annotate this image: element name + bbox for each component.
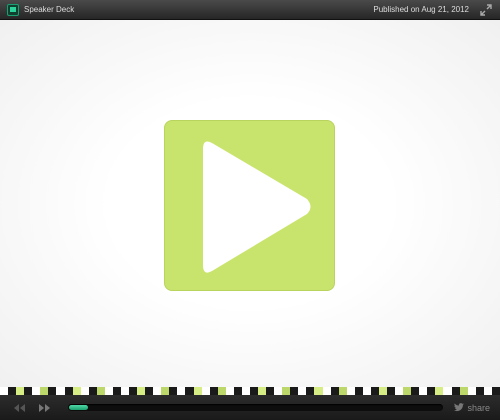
slide-thumb[interactable] bbox=[201, 387, 210, 395]
slide-thumb[interactable] bbox=[241, 387, 250, 395]
slide-thumb[interactable] bbox=[145, 387, 154, 395]
slide-thumb[interactable] bbox=[48, 387, 57, 395]
slide-thumb[interactable] bbox=[153, 387, 162, 395]
slide-thumb[interactable] bbox=[193, 387, 202, 395]
slide-thumb[interactable] bbox=[459, 387, 468, 395]
brand-name[interactable]: Speaker Deck bbox=[24, 3, 74, 17]
slide-thumb[interactable] bbox=[137, 387, 146, 395]
slide-thumb[interactable] bbox=[338, 387, 347, 395]
fast-forward-icon[interactable] bbox=[38, 401, 52, 413]
slide-thumb[interactable] bbox=[185, 387, 194, 395]
slide-thumb[interactable] bbox=[169, 387, 178, 395]
twitter-bird-icon bbox=[454, 399, 465, 417]
slide-thumb[interactable] bbox=[282, 387, 291, 395]
slide-thumb[interactable] bbox=[411, 387, 420, 395]
slide-thumb[interactable] bbox=[274, 387, 283, 395]
slide-thumb[interactable] bbox=[290, 387, 299, 395]
slide-thumb[interactable] bbox=[72, 387, 81, 395]
slide-thumb[interactable] bbox=[56, 387, 65, 395]
slide-thumb[interactable] bbox=[362, 387, 371, 395]
slide-thumb[interactable] bbox=[217, 387, 226, 395]
slide-thumb[interactable] bbox=[298, 387, 307, 395]
slide-thumb[interactable] bbox=[209, 387, 218, 395]
brand[interactable]: Speaker Deck bbox=[7, 3, 74, 17]
progress-bar[interactable] bbox=[68, 404, 443, 411]
rewind-icon[interactable] bbox=[12, 401, 26, 413]
slide-thumb[interactable] bbox=[104, 387, 113, 395]
slide-thumb[interactable] bbox=[120, 387, 129, 395]
slide-thumb[interactable] bbox=[161, 387, 170, 395]
progress-fill bbox=[69, 405, 88, 410]
slide-thumb[interactable] bbox=[467, 387, 476, 395]
slide-thumb[interactable] bbox=[24, 387, 33, 395]
slide-thumb[interactable] bbox=[177, 387, 186, 395]
slide-stage bbox=[0, 20, 500, 387]
expand-icon[interactable] bbox=[480, 3, 492, 16]
title-bar: Speaker Deck Published on Aug 21, 2012 bbox=[0, 0, 500, 20]
slide-thumb[interactable] bbox=[475, 387, 484, 395]
slide-thumb[interactable] bbox=[258, 387, 267, 395]
slide-thumb[interactable] bbox=[129, 387, 138, 395]
slide-thumb[interactable] bbox=[483, 387, 492, 395]
slide-thumb[interactable] bbox=[435, 387, 444, 395]
slide-thumb[interactable] bbox=[387, 387, 396, 395]
published-date: Published on Aug 21, 2012 bbox=[373, 5, 469, 14]
slide-thumb[interactable] bbox=[314, 387, 323, 395]
share-button[interactable]: share bbox=[454, 401, 490, 414]
slide-thumb[interactable] bbox=[354, 387, 363, 395]
slide-thumb[interactable] bbox=[64, 387, 73, 395]
slide-thumb[interactable] bbox=[443, 387, 452, 395]
slide-thumb[interactable] bbox=[0, 387, 9, 395]
slide-thumb[interactable] bbox=[96, 387, 105, 395]
slide-thumb[interactable] bbox=[491, 387, 500, 395]
slide-thumb[interactable] bbox=[225, 387, 234, 395]
slide-thumb[interactable] bbox=[112, 387, 121, 395]
slide-thumb[interactable] bbox=[249, 387, 258, 395]
slide-strip[interactable] bbox=[0, 387, 500, 395]
slide-thumb[interactable] bbox=[427, 387, 436, 395]
slide-thumb[interactable] bbox=[330, 387, 339, 395]
slide-thumb[interactable] bbox=[80, 387, 89, 395]
play-button[interactable] bbox=[164, 120, 335, 291]
slide-thumb[interactable] bbox=[378, 387, 387, 395]
slide-thumb[interactable] bbox=[322, 387, 331, 395]
slide-thumb[interactable] bbox=[266, 387, 275, 395]
slide-thumb[interactable] bbox=[403, 387, 412, 395]
slide-thumb[interactable] bbox=[233, 387, 242, 395]
slide-thumb[interactable] bbox=[40, 387, 49, 395]
slide-thumb[interactable] bbox=[346, 387, 355, 395]
slide-thumb[interactable] bbox=[88, 387, 97, 395]
slide-thumb[interactable] bbox=[395, 387, 404, 395]
slide-thumb[interactable] bbox=[8, 387, 17, 395]
share-label: share bbox=[467, 402, 490, 413]
speakerdeck-logo-icon bbox=[7, 4, 19, 16]
slide-thumb[interactable] bbox=[32, 387, 41, 395]
control-bar: share bbox=[0, 395, 500, 420]
slide-thumb[interactable] bbox=[419, 387, 428, 395]
slide-thumb[interactable] bbox=[370, 387, 379, 395]
slide-thumb[interactable] bbox=[16, 387, 25, 395]
slide-thumb[interactable] bbox=[306, 387, 315, 395]
slide-thumb[interactable] bbox=[451, 387, 460, 395]
play-icon bbox=[203, 141, 311, 273]
